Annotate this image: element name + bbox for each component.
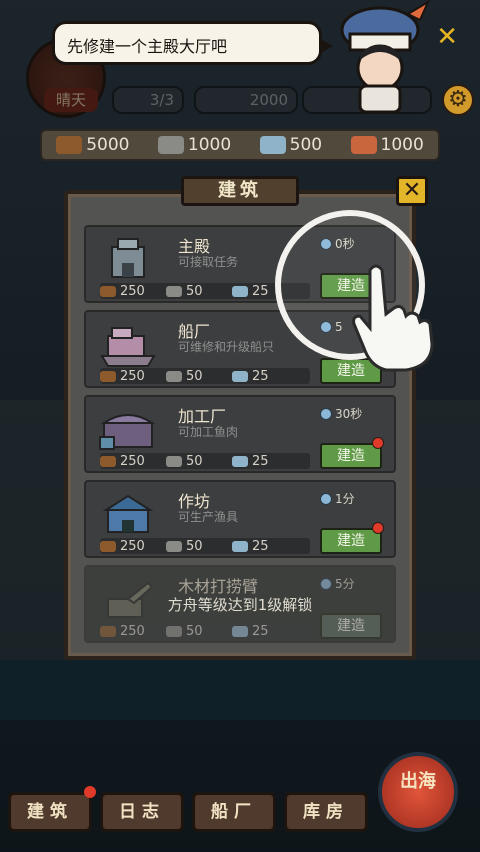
stone-icon [166,625,182,637]
resource-wood-value: 5000 [86,135,130,155]
building-desc: 可生产渔具 [178,510,239,524]
panel-close-button[interactable]: ✕ [396,176,428,206]
resource-meat: 1000 [350,135,424,155]
alert-dot [372,437,384,449]
cost-wood: 250 [100,539,166,554]
wood-icon [100,625,116,637]
stone-icon [157,136,184,154]
cost-iron: 25 [232,369,298,384]
cost-wood: 250 [100,624,166,639]
building-card-processing-plant: 加工厂 可加工鱼肉 30秒 250 50 25 建造 [84,395,396,473]
build-time-value: 1分 [335,492,355,506]
cost-stone: 50 [166,539,232,554]
meat-icon [350,136,377,154]
stone-icon [166,455,182,467]
cost-iron-value: 25 [252,283,269,299]
cost-wood: 250 [100,369,166,384]
wood-icon [100,285,116,297]
cost-wood: 250 [100,284,166,299]
clock-icon [320,577,332,590]
cost-iron-value: 25 [252,453,269,469]
resource-iron: 500 [259,135,323,155]
cost-stone: 50 [166,624,232,639]
build-time-value: 5分 [335,577,355,591]
iron-icon [232,540,248,552]
cost-stone-value: 50 [186,453,203,469]
build-costs: 250 50 25 [100,623,310,639]
gear-icon[interactable]: ⚙ [442,84,474,116]
main-hall-icon [111,238,145,278]
build-time: 5分 [320,575,355,592]
cost-wood-value: 250 [120,283,145,299]
cost-stone: 50 [166,454,232,469]
tutorial-speech-bubble: 先修建一个主殿大厅吧 [52,21,333,65]
workshop-icon [102,494,154,533]
tutorial-text: 先修建一个主殿大厅吧 [67,37,228,56]
wood-icon [56,136,83,154]
guide-character [340,0,430,114]
build-button-locked: 建造 [320,613,382,639]
cost-wood-value: 250 [120,368,145,384]
nav-warehouse[interactable]: 库房 [284,792,368,832]
build-time: 30秒 [320,405,362,422]
cost-wood-value: 250 [120,623,145,639]
resource-stone: 1000 [157,135,232,155]
nav-buildings[interactable]: 建筑 [8,792,92,832]
cost-stone: 50 [166,284,232,299]
resource-wood: 5000 [56,135,129,155]
cost-iron: 25 [232,624,298,639]
build-costs: 250 50 25 [100,368,310,384]
cost-stone-value: 50 [186,623,203,639]
building-desc: 可维修和升级船只 [178,340,275,354]
nav-shipyard[interactable]: 船厂 [192,792,276,832]
cost-wood: 250 [100,454,166,469]
build-time: 1分 [320,490,355,507]
iron-icon [232,285,248,297]
build-costs: 250 50 25 [100,538,310,554]
alert-dot [84,786,96,798]
build-costs: 250 50 25 [100,453,310,469]
close-icon[interactable]: ✕ [436,22,458,52]
clock-icon [320,407,332,420]
cost-iron-value: 25 [252,538,269,554]
cost-iron: 25 [232,454,298,469]
building-card-workshop: 作坊 可生产渔具 1分 250 50 25 建造 [84,480,396,558]
cost-stone: 50 [166,369,232,384]
cost-stone-value: 50 [186,368,203,384]
iron-icon [232,625,248,637]
build-time-value: 30秒 [335,407,363,421]
cost-iron: 25 [232,539,298,554]
cost-iron-value: 25 [252,623,269,639]
iron-icon [259,136,286,154]
nav-log[interactable]: 日志 [100,792,184,832]
wood-icon [100,540,116,552]
set-sail-button[interactable]: 出海 [378,752,458,832]
pointing-hand-icon [352,264,434,372]
locked-message: 方舟等级达到1级解锁 [167,596,313,614]
stone-icon [166,540,182,552]
alert-dot [372,522,384,534]
resource-iron-value: 500 [289,135,323,155]
clock-icon [320,492,332,505]
cost-iron-value: 25 [252,368,269,384]
shipyard-icon [100,327,156,367]
stone-icon [166,370,182,382]
stone-icon [166,285,182,297]
building-desc: 可接取任务 [178,255,239,269]
wood-icon [100,370,116,382]
building-desc: 可加工鱼肉 [178,425,239,439]
cost-wood-value: 250 [120,453,145,469]
cost-stone-value: 50 [186,283,203,299]
resource-meat-value: 1000 [380,135,424,155]
cost-stone-value: 50 [186,538,203,554]
panel-title: 建筑 [181,176,299,206]
iron-icon [232,455,248,467]
wood-icon [100,455,116,467]
processing-plant-icon [99,414,156,450]
resource-stone-value: 1000 [187,135,232,155]
iron-icon [232,370,248,382]
resource-bar: 5000 1000 500 1000 [40,129,440,161]
cost-wood-value: 250 [120,538,145,554]
